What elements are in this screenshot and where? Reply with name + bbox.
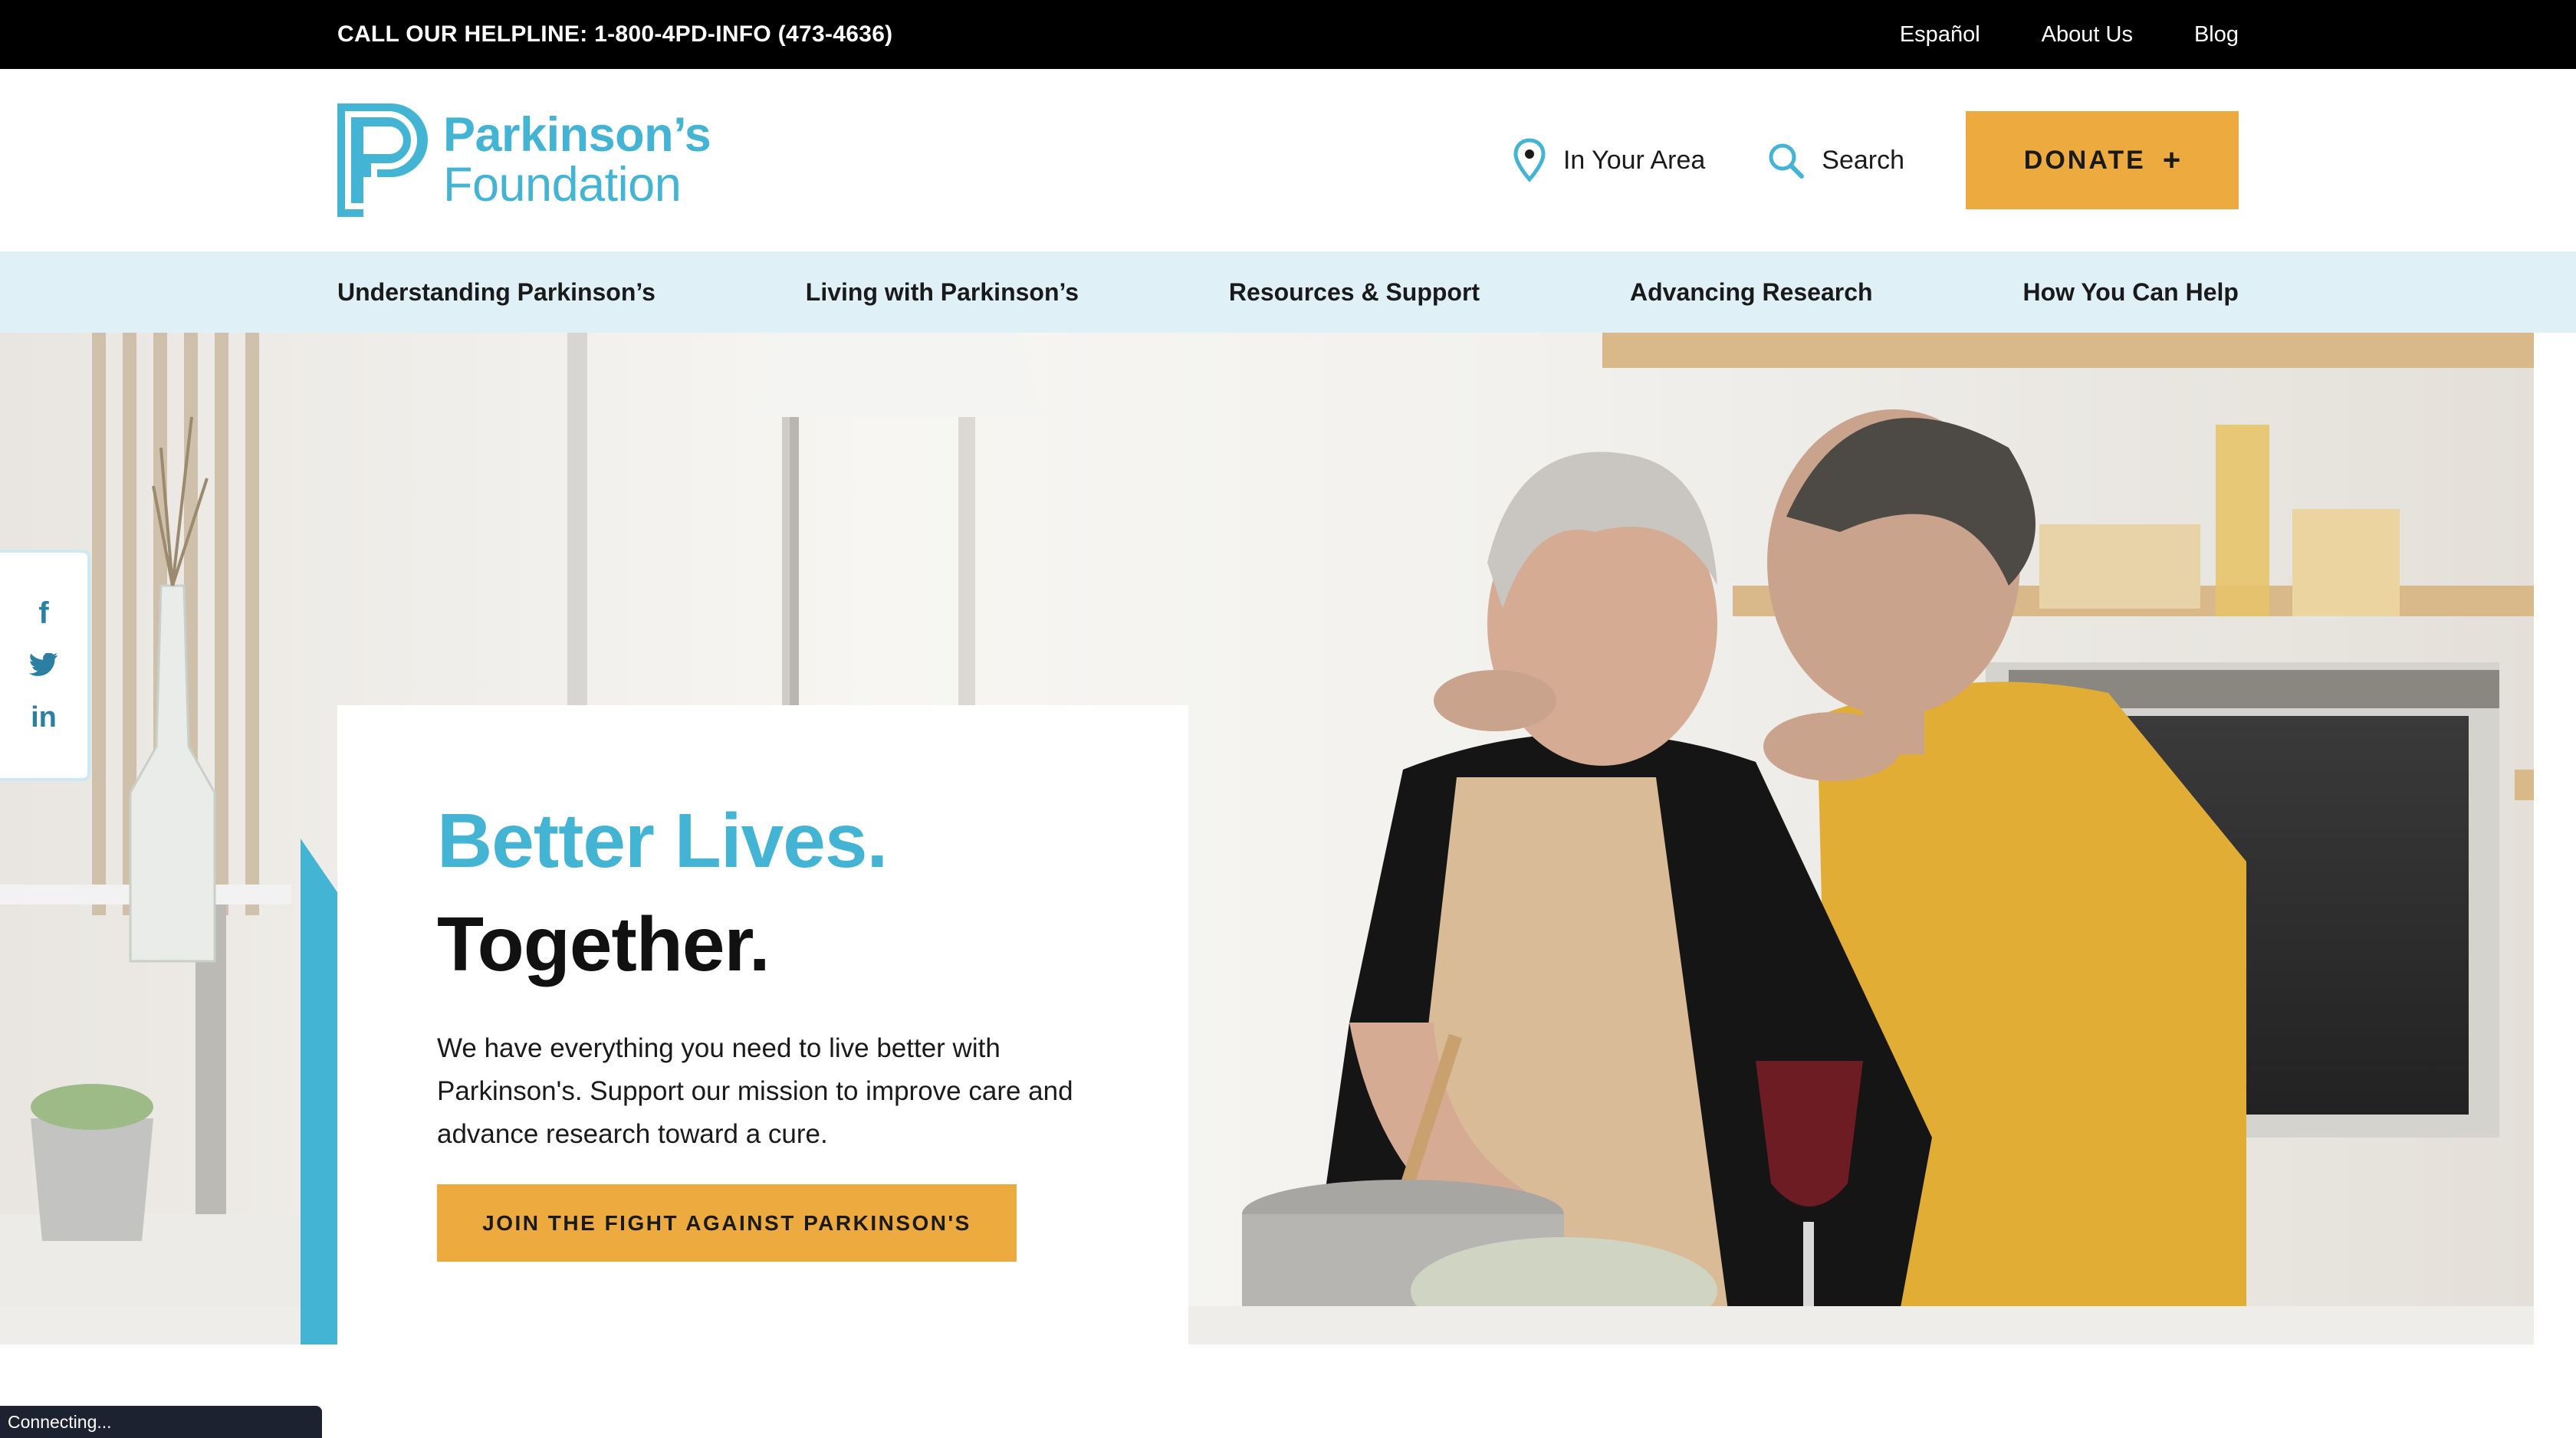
espanol-link[interactable]: Español: [1900, 22, 1980, 48]
site-header: Parkinson’s Foundation In Your Area Sear…: [0, 69, 2576, 251]
in-your-area-label: In Your Area: [1562, 145, 1706, 175]
nav-item-resources[interactable]: Resources & Support: [1229, 278, 1480, 307]
logo-text-parkinsons: Parkinson’s: [443, 108, 711, 162]
nav-item-help[interactable]: How You Can Help: [2022, 278, 2239, 307]
logo-mark-icon: [337, 103, 428, 217]
header-tools: In Your Area Search DONATE +: [1513, 111, 2239, 209]
twitter-icon[interactable]: [28, 650, 59, 681]
nav-item-living[interactable]: Living with Parkinson’s: [806, 278, 1079, 307]
search-link[interactable]: Search: [1766, 141, 1904, 179]
join-the-fight-button[interactable]: JOIN THE FIGHT AGAINST PARKINSON'S: [437, 1184, 1017, 1262]
facebook-icon[interactable]: f: [28, 596, 59, 630]
search-icon: [1769, 143, 1805, 179]
utility-links: Español About Us Blog: [1900, 0, 2239, 69]
main-nav: Understanding Parkinson’s Living with Pa…: [0, 251, 2576, 333]
plus-icon: +: [2162, 143, 2181, 177]
donate-label: DONATE: [2023, 145, 2146, 175]
about-us-link[interactable]: About Us: [2042, 22, 2133, 48]
site-logo[interactable]: Parkinson’s Foundation: [337, 103, 711, 217]
hero-headline-better-lives: Better Lives.: [437, 798, 888, 884]
search-label: Search: [1822, 145, 1904, 175]
nav-item-research[interactable]: Advancing Research: [1630, 278, 1873, 307]
logo-text-foundation: Foundation: [443, 158, 682, 212]
hero-headline-together: Together.: [437, 901, 770, 987]
utility-bar: CALL OUR HELPLINE: 1-800-4PD-INFO (473-4…: [0, 0, 2576, 69]
linkedin-icon[interactable]: in: [28, 701, 59, 734]
nav-item-understanding[interactable]: Understanding Parkinson’s: [337, 278, 656, 307]
donate-button[interactable]: DONATE +: [1966, 111, 2239, 209]
map-pin-icon: [1513, 138, 1546, 182]
social-share-bar: f in: [0, 550, 90, 781]
blog-link[interactable]: Blog: [2194, 22, 2239, 48]
browser-status-bar: Connecting...: [0, 1406, 322, 1438]
twitter-bird-icon: [29, 653, 58, 676]
facebook-glyph: f: [38, 596, 49, 630]
linkedin-glyph: in: [31, 701, 57, 734]
helpline-text[interactable]: CALL OUR HELPLINE: 1-800-4PD-INFO (473-4…: [337, 0, 892, 69]
in-your-area-link[interactable]: In Your Area: [1513, 138, 1705, 182]
hero-body-text: We have everything you need to live bett…: [437, 1033, 1073, 1149]
